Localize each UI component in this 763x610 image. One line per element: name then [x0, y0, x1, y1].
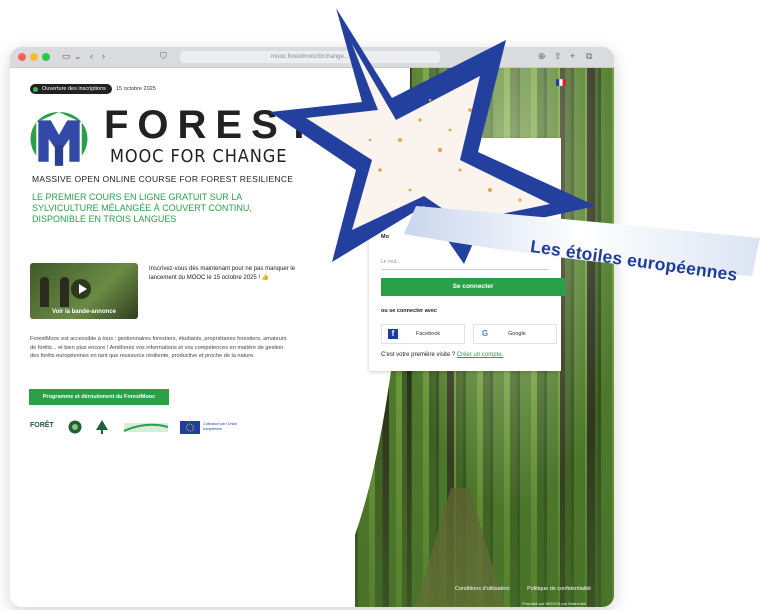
- status-dot-icon: [33, 86, 38, 92]
- tabs-overview-icon[interactable]: ⧉: [586, 51, 592, 62]
- video-person: [60, 277, 69, 307]
- new-tab-icon[interactable]: +: [570, 51, 575, 61]
- address-bar[interactable]: mooc.forestmoocforchange...: [180, 51, 440, 63]
- create-account-link[interactable]: Créer un compte.: [457, 352, 503, 358]
- terms-link[interactable]: Conditions d'utilisation: [455, 586, 510, 592]
- facebook-login-button[interactable]: f Facebook: [381, 324, 465, 344]
- shield-icon: ⛉: [160, 51, 167, 61]
- foret-logo: FORÊT: [30, 422, 54, 429]
- chevron-down-icon[interactable]: ⌄: [74, 51, 82, 62]
- forest-mooc-logo: [30, 112, 88, 166]
- google-icon: G: [481, 329, 489, 338]
- password-input[interactable]: Le mot...: [381, 256, 549, 270]
- invite-text: Inscrivez-vous dès maintenant pour ne pa…: [149, 266, 296, 281]
- brand-tagline: MASSIVE OPEN ONLINE COURSE FOR FOREST RE…: [32, 174, 294, 184]
- flag-france-icon[interactable]: [556, 79, 566, 86]
- download-icon[interactable]: ⊕: [538, 51, 546, 62]
- google-login-button[interactable]: G Google: [473, 324, 557, 344]
- facebook-label: Facebook: [416, 331, 441, 337]
- social-login-label: ou se connecter avec: [381, 308, 437, 314]
- video-person: [40, 277, 49, 307]
- registration-date: 15 octobre 2025: [116, 86, 156, 92]
- password-label: Mo: [381, 234, 389, 240]
- privacy-link[interactable]: Politique de confidentialité: [527, 586, 591, 592]
- back-arrow-icon[interactable]: ‹: [90, 51, 93, 61]
- trailer-video[interactable]: Voir la bande-annonce: [30, 263, 138, 319]
- brand-title: FOREST: [104, 103, 321, 147]
- share-icon[interactable]: ⇧: [554, 51, 562, 62]
- partner-emblem-icon: [68, 420, 82, 434]
- program-button[interactable]: Programme et déroulement du ForestMooc: [29, 389, 169, 405]
- badge-label: Ouverture des inscriptions: [42, 86, 106, 92]
- browser-titlebar: ▭ ⌄ ‹ › ⛉ mooc.forestmoocforchange... ⊕ …: [10, 47, 614, 68]
- google-label: Google: [508, 331, 526, 337]
- partner-banner-logo: [124, 423, 168, 432]
- powered-by-text: Propulsé par MOOCit par Braincube: [522, 601, 587, 606]
- close-window-icon[interactable]: [18, 53, 26, 61]
- video-caption: Voir la bande-annonce: [52, 309, 116, 315]
- sidebar-icon[interactable]: ▭: [62, 51, 71, 62]
- footer-links: Conditions d'utilisation Politique de co…: [455, 586, 607, 592]
- eu-flag-icon: [180, 421, 200, 434]
- course-headline: LE PREMIER COURS EN LIGNE GRATUIT SUR LA…: [32, 192, 252, 224]
- login-button[interactable]: Se connecter: [381, 278, 565, 296]
- zoom-window-icon[interactable]: [42, 53, 50, 61]
- forward-arrow-icon[interactable]: ›: [102, 51, 105, 61]
- minimize-window-icon[interactable]: [30, 53, 38, 61]
- brand-subtitle: MOOC FOR CHANGE: [110, 146, 288, 167]
- eu-cofunding-text: Cofinancé par l'Union européenne: [203, 422, 238, 431]
- facebook-icon: f: [388, 329, 398, 339]
- play-icon: [79, 284, 87, 294]
- tree-logo-icon: [96, 420, 108, 434]
- first-visit-question: C'est votre première visite ?: [381, 352, 456, 358]
- first-visit-text: C'est votre première visite ? Créer un c…: [381, 352, 503, 358]
- registration-badge: Ouverture des inscriptions: [30, 84, 112, 94]
- course-description: ForestMooc est accessible à tous : gesti…: [30, 336, 287, 359]
